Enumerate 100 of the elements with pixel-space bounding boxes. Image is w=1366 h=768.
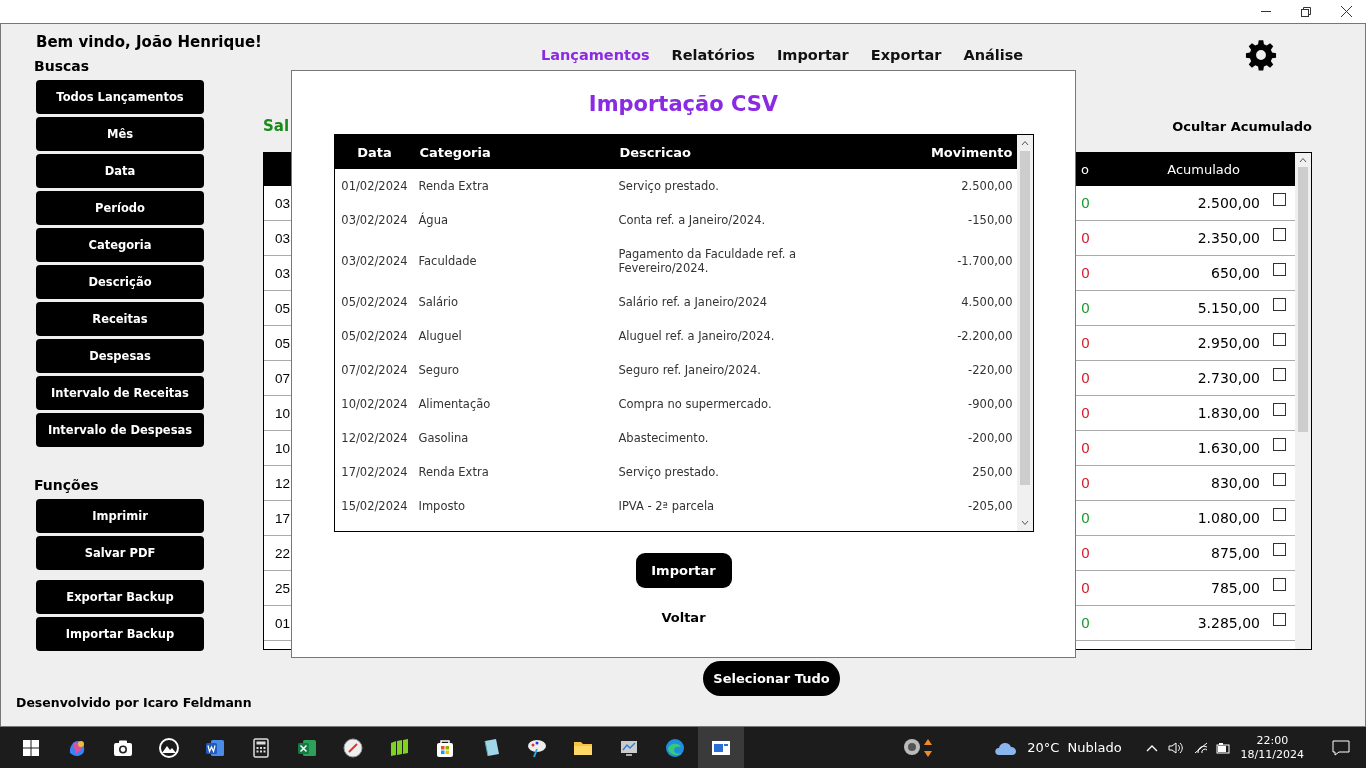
select-all-button[interactable]: Selecionar Tudo bbox=[703, 661, 840, 696]
filter-button[interactable]: Receitas bbox=[36, 302, 204, 336]
table-cell-text: 2.730,00 bbox=[1196, 370, 1260, 386]
filter-button[interactable]: Mês bbox=[36, 117, 204, 151]
table-cell-text: Renda Extra bbox=[417, 465, 490, 479]
scrollbar[interactable] bbox=[1295, 153, 1311, 649]
back-link[interactable]: Voltar bbox=[661, 610, 706, 625]
row-checkbox[interactable] bbox=[1273, 192, 1286, 206]
settings-icon[interactable] bbox=[1245, 39, 1277, 71]
battery-icon[interactable] bbox=[1214, 740, 1231, 755]
row-checkbox[interactable] bbox=[1273, 542, 1286, 556]
function-button[interactable]: Salvar PDF bbox=[36, 536, 204, 570]
row-checkbox[interactable] bbox=[1273, 437, 1286, 451]
row-checkbox[interactable] bbox=[1273, 332, 1286, 346]
restore-icon[interactable] bbox=[1301, 6, 1311, 17]
compass-icon[interactable] bbox=[342, 736, 364, 759]
filter-button[interactable]: Intervalo de Receitas bbox=[36, 376, 204, 410]
row-checkbox[interactable] bbox=[1273, 612, 1286, 626]
webcam-icon[interactable] bbox=[902, 737, 923, 758]
table-cell-text: 05 bbox=[274, 335, 292, 351]
function-button[interactable]: Imprimir bbox=[36, 499, 204, 533]
browser-icon[interactable] bbox=[664, 736, 686, 759]
table-cell-text: -2.200,00 bbox=[956, 329, 1014, 343]
mountain-icon[interactable] bbox=[158, 736, 180, 759]
table-cell-text: 2.350,00 bbox=[1196, 230, 1260, 246]
bars-icon[interactable] bbox=[388, 736, 410, 759]
function-button[interactable]: Importar Backup bbox=[36, 617, 204, 651]
table-cell-text: Serviço prestado. bbox=[617, 178, 720, 194]
table-cell-text: Alimentação bbox=[417, 397, 492, 411]
dialog-title: Importação CSV bbox=[588, 92, 779, 116]
hide-accumulated-link[interactable]: Ocultar Acumulado bbox=[1172, 118, 1312, 134]
table-cell-text: 03 bbox=[274, 195, 292, 211]
function-button[interactable]: Exportar Backup bbox=[36, 580, 204, 614]
arrows-icon[interactable] bbox=[923, 737, 934, 758]
table-cell-text: 650,00 bbox=[1210, 265, 1260, 281]
nav-tab[interactable]: Lançamentos bbox=[541, 47, 650, 63]
filter-button[interactable]: Intervalo de Despesas bbox=[36, 413, 204, 447]
table-cell-text: 12 bbox=[274, 475, 292, 491]
close-icon[interactable] bbox=[1341, 6, 1352, 17]
credits-text: Desenvolvido por Icaro Feldmann bbox=[16, 695, 253, 710]
nav-tab[interactable]: Exportar bbox=[870, 47, 942, 63]
row-checkbox[interactable] bbox=[1273, 227, 1286, 241]
table-cell-text: 05 bbox=[274, 300, 292, 316]
welcome-message: Bem vindo, João Henrique! bbox=[36, 33, 263, 51]
table-cell-text: 01/02/2024 bbox=[340, 179, 409, 193]
filter-button[interactable]: Todos Lançamentos bbox=[36, 80, 204, 114]
column-header: Descricao bbox=[618, 144, 692, 160]
section-title: Buscas bbox=[34, 58, 91, 74]
table-cell-text: 785,00 bbox=[1210, 580, 1260, 596]
weather-text[interactable]: 20°C Nublado bbox=[1027, 740, 1122, 755]
row-checkbox[interactable] bbox=[1273, 507, 1286, 521]
table-cell-text: IPVA - 2ª parcela bbox=[617, 498, 716, 514]
table-cell-text: 03/02/2024 bbox=[340, 213, 409, 227]
table-cell-text: 07 bbox=[274, 370, 292, 386]
time-text: 22:00 bbox=[1256, 733, 1289, 748]
filter-button[interactable]: Data bbox=[36, 154, 204, 188]
column-header: Categoria bbox=[418, 144, 492, 160]
clock[interactable]: 22:00 18/11/2024 bbox=[1240, 733, 1304, 762]
row-checkbox[interactable] bbox=[1273, 402, 1286, 416]
table-cell-text: -200,00 bbox=[967, 431, 1014, 445]
table-cell-text: 0 bbox=[1080, 440, 1091, 456]
minimize-icon[interactable] bbox=[1261, 10, 1271, 13]
notification-icon[interactable] bbox=[1332, 738, 1350, 757]
column-header: Acumulado bbox=[1166, 162, 1241, 177]
table-cell-text: 250,00 bbox=[971, 465, 1014, 479]
speaker-icon[interactable] bbox=[1167, 740, 1184, 755]
filter-button[interactable]: Descrição bbox=[36, 265, 204, 299]
nav-tab[interactable]: Análise bbox=[963, 47, 1024, 63]
table-cell-text: 10 bbox=[274, 405, 292, 421]
table-cell-text: 5.150,00 bbox=[1196, 300, 1260, 316]
row-checkbox[interactable] bbox=[1273, 367, 1286, 381]
section-title: Funções bbox=[34, 477, 100, 493]
table-cell-text: Aluguel bbox=[417, 329, 463, 343]
calculator-icon[interactable] bbox=[250, 736, 272, 759]
table-cell-text: 12/02/2024 bbox=[340, 431, 409, 445]
table-cell-text: Água bbox=[417, 213, 449, 227]
row-checkbox[interactable] bbox=[1273, 262, 1286, 276]
filter-button[interactable]: Período bbox=[36, 191, 204, 225]
row-checkbox[interactable] bbox=[1273, 577, 1286, 591]
filter-button[interactable]: Despesas bbox=[36, 339, 204, 373]
column-header: Data bbox=[356, 144, 393, 160]
nav-tab[interactable]: Importar bbox=[776, 47, 849, 63]
wifi-icon[interactable] bbox=[1192, 740, 1209, 755]
table-cell-text: 1.630,00 bbox=[1196, 440, 1260, 456]
table-cell-text: 2.950,00 bbox=[1196, 335, 1260, 351]
row-checkbox[interactable] bbox=[1273, 297, 1286, 311]
table-cell-text: 07/02/2024 bbox=[340, 363, 409, 377]
nav-tab[interactable]: Relatórios bbox=[671, 47, 755, 63]
row-checkbox[interactable] bbox=[1273, 472, 1286, 486]
table-cell-text: Salário ref. a Janeiro/2024 bbox=[617, 294, 769, 310]
table-cell-text: -205,00 bbox=[967, 499, 1014, 513]
table-cell-text: 1.080,00 bbox=[1196, 510, 1260, 526]
table-cell-text: 2.500,00 bbox=[960, 179, 1014, 193]
filter-button[interactable]: Categoria bbox=[36, 228, 204, 262]
table-cell-text: 0 bbox=[1080, 405, 1091, 421]
import-button[interactable]: Importar bbox=[635, 553, 732, 588]
caret-up-icon[interactable] bbox=[1145, 743, 1158, 752]
table-cell-text: 03 bbox=[274, 230, 292, 246]
table-cell-text: -900,00 bbox=[967, 397, 1014, 411]
table-cell-text: 05/02/2024 bbox=[340, 295, 409, 309]
